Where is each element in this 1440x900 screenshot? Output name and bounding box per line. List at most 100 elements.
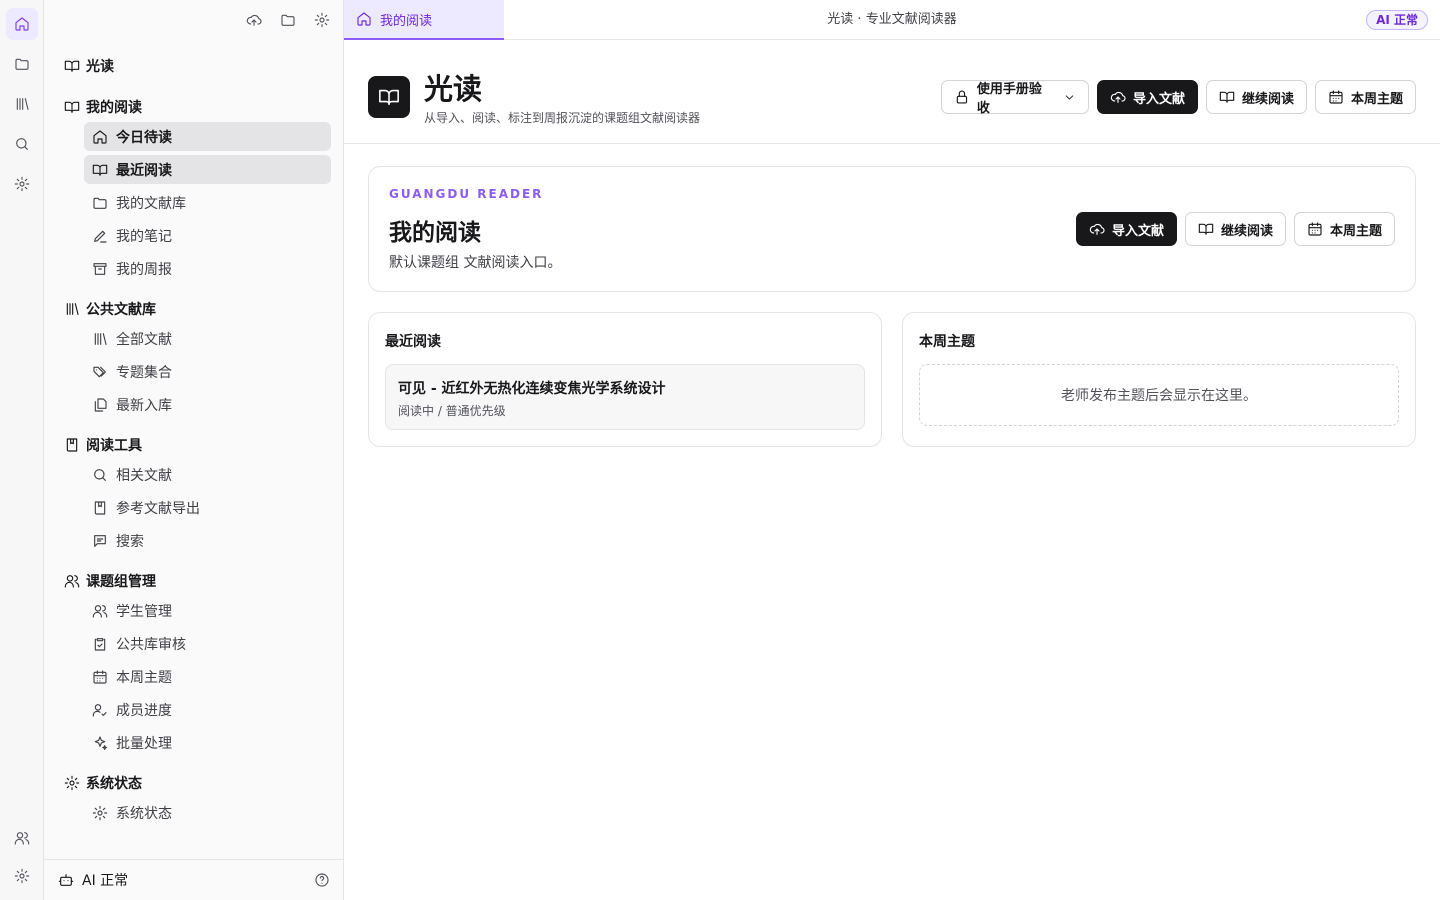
search-icon xyxy=(94,468,106,481)
ai-status-badge[interactable]: AI 正常 xyxy=(1366,10,1428,30)
recent-reading-card: 最近阅读 可见 - 近红外无热化连续变焦光学系统设计 阅读中 / 普通优先级 xyxy=(368,312,882,447)
archive-icon xyxy=(93,262,107,275)
book-open-icon xyxy=(1198,223,1214,235)
book-marked-icon xyxy=(66,438,78,452)
tab-bar: 光读 · 专业文献阅读器 我的阅读 AI 正常 xyxy=(344,0,1440,40)
upload-icon[interactable] xyxy=(241,7,267,33)
gear-icon xyxy=(64,775,80,791)
sidebar-item-today[interactable]: 今日待读 xyxy=(84,122,331,151)
sidebar-item-cite-export[interactable]: 参考文献导出 xyxy=(84,493,331,522)
sparkles-icon xyxy=(94,735,108,750)
sidebar-item-label: 公共库审核 xyxy=(116,636,186,653)
sidebar-item-label: 参考文献导出 xyxy=(116,500,200,517)
users-icon xyxy=(64,575,80,588)
folder-icon[interactable] xyxy=(6,48,38,80)
hero-continue-button[interactable]: 继续阅读 xyxy=(1185,212,1287,246)
sidebar-item-notes[interactable]: 我的笔记 xyxy=(84,221,331,250)
folder-icon xyxy=(93,197,107,209)
doc-title: 可见 - 近红外无热化连续变焦光学系统设计 xyxy=(398,381,666,397)
sidebar-group-my-reading[interactable]: 我的阅读 xyxy=(64,95,142,119)
home-icon xyxy=(357,12,371,26)
sidebar-item-label: 学生管理 xyxy=(116,603,172,620)
home-icon[interactable] xyxy=(6,8,38,40)
page-title: 光读 xyxy=(424,72,483,106)
hero-card: GUANGDU READER 我的阅读 默认课题组 文献阅读入口。 导入文献 继… xyxy=(368,166,1416,292)
home-icon xyxy=(93,129,107,144)
sidebar-item-my-library[interactable]: 我的文献库 xyxy=(84,188,331,217)
bot-icon xyxy=(58,874,74,886)
library-icon xyxy=(66,303,79,315)
sidebar-brand[interactable]: 光读 xyxy=(64,54,114,78)
tags-icon xyxy=(93,366,106,377)
sidebar-item-system-status[interactable]: 系统状态 xyxy=(84,798,331,827)
sidebar-item-label: 我的笔记 xyxy=(116,228,172,245)
calendar-icon xyxy=(1308,222,1322,236)
search-icon[interactable] xyxy=(6,128,38,160)
import-docs-button[interactable]: 导入文献 xyxy=(1097,80,1199,114)
sidebar-item-students[interactable]: 学生管理 xyxy=(84,596,331,625)
weekly-topic-button[interactable]: 本周主题 xyxy=(1315,80,1417,114)
sidebar-item-batch[interactable]: 批量处理 xyxy=(84,728,331,757)
group-label: 课题组管理 xyxy=(86,574,156,590)
sidebar-item-label: 我的文献库 xyxy=(116,195,186,212)
weekly-topic-card: 本周主题 老师发布主题后会显示在这里。 xyxy=(902,312,1416,447)
sidebar-item-label: 全部文献 xyxy=(116,331,172,348)
gear-icon[interactable] xyxy=(6,168,38,200)
sidebar-footer: AI 正常 xyxy=(44,859,344,900)
sidebar-item-weekly-report[interactable]: 我的周报 xyxy=(84,254,331,283)
sidebar-item-related[interactable]: 相关文献 xyxy=(84,460,331,489)
sidebar-item-label: 搜索 xyxy=(116,533,144,550)
sidebar-item-recent[interactable]: 最近阅读 xyxy=(84,155,331,184)
sidebar-toolbar xyxy=(44,0,343,40)
tab-label: 我的阅读 xyxy=(380,13,433,29)
clipboard-check-icon xyxy=(94,637,106,651)
book-open-icon xyxy=(64,60,80,72)
group-label: 公共文献库 xyxy=(86,302,156,318)
user-check-icon xyxy=(92,703,107,717)
settings-icon[interactable] xyxy=(6,860,38,892)
files-icon xyxy=(94,397,107,412)
book-open-icon xyxy=(1219,91,1235,103)
upload-cloud-icon xyxy=(1089,223,1105,235)
sidebar-item-label: 相关文献 xyxy=(116,467,172,484)
sidebar-item-weekly-topic[interactable]: 本周主题 xyxy=(84,662,331,691)
sidebar-item-collections[interactable]: 专题集合 xyxy=(84,357,331,386)
help-circle-icon[interactable] xyxy=(314,872,330,888)
sidebar-item-label: 最新入库 xyxy=(116,397,172,414)
hero-description: 默认课题组 文献阅读入口。 xyxy=(389,255,562,271)
message-square-icon xyxy=(94,534,106,547)
gear-icon xyxy=(92,805,108,820)
tab-my-reading[interactable]: 我的阅读 xyxy=(344,0,504,40)
continue-reading-button[interactable]: 继续阅读 xyxy=(1206,80,1308,114)
sidebar-item-all-docs[interactable]: 全部文献 xyxy=(84,324,331,353)
sidebar-group-system[interactable]: 系统状态 xyxy=(64,771,142,795)
dropdown-label: 使用手册验收 xyxy=(976,82,1042,116)
section-title: 本周主题 xyxy=(919,334,975,350)
recent-doc-item[interactable]: 可见 - 近红外无热化连续变焦光学系统设计 阅读中 / 普通优先级 xyxy=(385,364,865,430)
hero-import-button[interactable]: 导入文献 xyxy=(1076,212,1178,246)
sidebar-item-review[interactable]: 公共库审核 xyxy=(84,629,331,658)
pencil-icon xyxy=(94,230,107,243)
sidebar-group-lab-admin[interactable]: 课题组管理 xyxy=(64,569,156,593)
folder-open-icon[interactable] xyxy=(275,7,301,33)
hero-title: 我的阅读 xyxy=(389,220,481,246)
sidebar-item-progress[interactable]: 成员进度 xyxy=(84,695,331,724)
sidebar-group-tools[interactable]: 阅读工具 xyxy=(64,433,142,457)
sidebar-group-public-library[interactable]: 公共文献库 xyxy=(64,297,156,321)
users-icon[interactable] xyxy=(6,822,38,854)
group-label: 阅读工具 xyxy=(86,438,142,454)
hero-weekly-button[interactable]: 本周主题 xyxy=(1294,212,1396,246)
library-icon[interactable] xyxy=(6,88,38,120)
sidebar-item-search[interactable]: 搜索 xyxy=(84,526,331,555)
sidebar-item-label: 最近阅读 xyxy=(116,162,172,179)
sidebar-item-label: 今日待读 xyxy=(116,129,172,146)
manual-acceptance-dropdown[interactable]: 使用手册验收 xyxy=(941,80,1089,116)
gear-icon[interactable] xyxy=(309,7,335,33)
doc-meta: 阅读中 / 普通优先级 xyxy=(398,404,506,418)
sidebar-item-new-arrivals[interactable]: 最新入库 xyxy=(84,390,331,419)
button-label: 继续阅读 xyxy=(1242,91,1295,107)
empty-state: 老师发布主题后会显示在这里。 xyxy=(919,364,1399,426)
app-logo xyxy=(368,76,410,118)
page-subtitle: 从导入、阅读、标注到周报沉淀的课题组文献阅读器 xyxy=(424,111,701,125)
users-icon xyxy=(92,604,108,618)
